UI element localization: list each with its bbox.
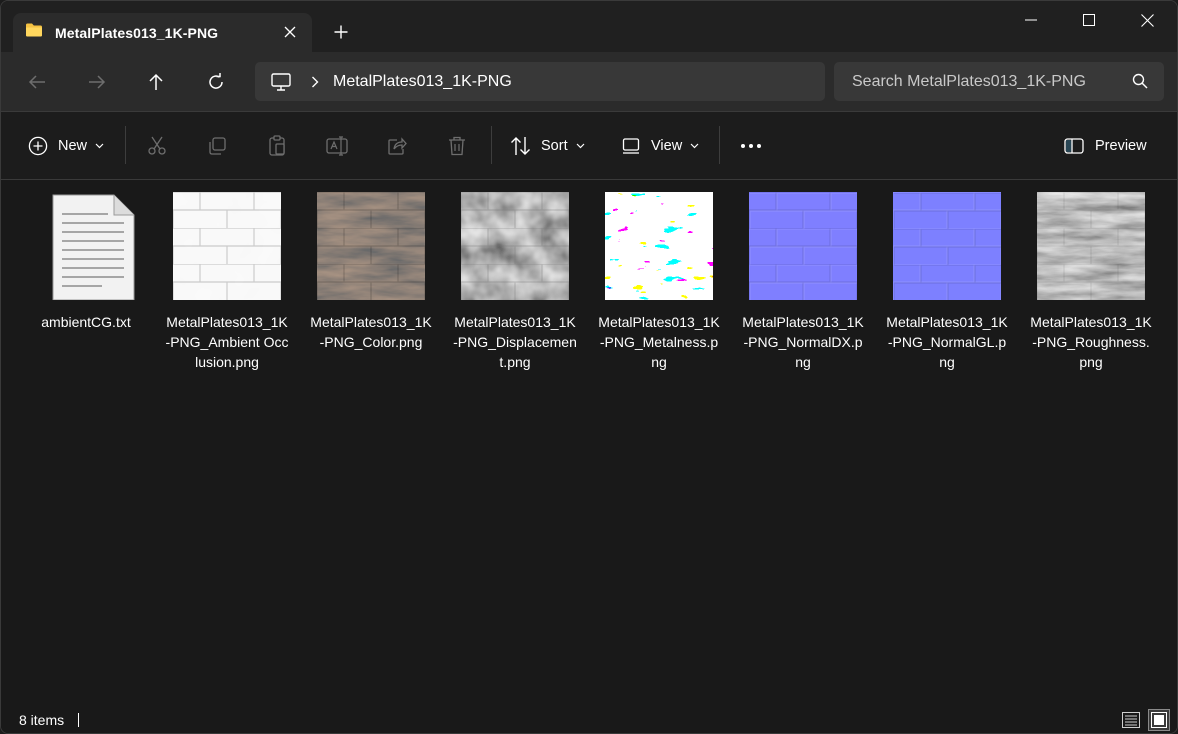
new-tab-plus-icon[interactable] xyxy=(329,20,353,44)
details-view-icon[interactable] xyxy=(1120,709,1142,731)
delete-trash-icon[interactable] xyxy=(443,132,471,160)
file-name: MetalPlates013_1K-PNG_NormalDX.png xyxy=(742,314,864,370)
toolbar-separator xyxy=(491,126,492,164)
share-icon[interactable] xyxy=(383,132,411,160)
normal-gl-thumbnail xyxy=(893,192,1002,301)
toolbar-separator xyxy=(125,126,126,164)
file-name: MetalPlates013_1K-PNG_NormalGL.png xyxy=(886,314,1008,370)
status-divider xyxy=(78,713,79,727)
view-button-label: View xyxy=(651,138,683,154)
file-item[interactable]: MetalPlates013_1K-PNG_NormalGL.png xyxy=(884,192,1010,372)
preview-button-label: Preview xyxy=(1095,138,1147,154)
view-button[interactable]: View xyxy=(622,132,699,160)
new-button[interactable]: New xyxy=(28,132,104,160)
file-name: MetalPlates013_1K-PNG_Ambient Occlusion.… xyxy=(165,314,289,370)
chevron-down-icon xyxy=(576,143,585,149)
this-pc-icon[interactable] xyxy=(271,72,291,91)
forward-arrow-icon[interactable] xyxy=(81,66,113,98)
file-grid: ambientCG.txt MetalPlates013_1K-PNG_Ambi… xyxy=(1,180,1177,704)
displacement-thumbnail xyxy=(461,192,569,300)
command-bar: New Sort View Preview xyxy=(1,112,1177,179)
back-arrow-icon[interactable] xyxy=(21,66,53,98)
breadcrumb-chevron-icon[interactable] xyxy=(311,76,319,88)
toolbar-separator xyxy=(719,126,720,164)
plus-circle-icon xyxy=(28,136,48,156)
file-item[interactable]: MetalPlates013_1K-PNG_Metalness.png xyxy=(596,192,722,372)
file-name: MetalPlates013_1K-PNG_Color.png xyxy=(310,314,432,350)
maximize-icon[interactable] xyxy=(1060,1,1118,39)
file-item[interactable]: MetalPlates013_1K-PNG_Roughness.png xyxy=(1028,192,1154,372)
file-explorer-window: MetalPlates013_1K-PNG MetalPlates013_1K-… xyxy=(0,0,1178,734)
preview-pane-button[interactable]: Preview xyxy=(1064,132,1147,160)
color-thumbnail xyxy=(317,192,425,300)
sort-button[interactable]: Sort xyxy=(510,132,585,160)
tab-title: MetalPlates013_1K-PNG xyxy=(55,24,219,41)
preview-pane-icon xyxy=(1064,138,1084,154)
file-name: MetalPlates013_1K-PNG_Roughness.png xyxy=(1030,314,1152,370)
status-bar: 8 items xyxy=(1,704,1177,733)
search-icon[interactable] xyxy=(1132,73,1148,94)
rename-icon[interactable] xyxy=(323,132,351,160)
file-item[interactable]: MetalPlates013_1K-PNG_Ambient Occlusion.… xyxy=(164,192,290,372)
file-name: MetalPlates013_1K-PNG_Displacement.png xyxy=(453,314,577,370)
copy-icon[interactable] xyxy=(203,132,231,160)
title-bar: MetalPlates013_1K-PNG xyxy=(1,1,1177,52)
up-arrow-icon[interactable] xyxy=(140,66,172,98)
sort-button-label: Sort xyxy=(541,138,568,154)
chevron-down-icon xyxy=(95,143,104,149)
tab-current-folder[interactable]: MetalPlates013_1K-PNG xyxy=(13,13,312,52)
minimize-icon[interactable] xyxy=(1002,1,1060,39)
ambient-occlusion-thumbnail xyxy=(173,192,281,300)
refresh-icon[interactable] xyxy=(200,66,232,98)
address-bar[interactable]: MetalPlates013_1K-PNG xyxy=(255,62,825,101)
large-icons-view-icon[interactable] xyxy=(1148,709,1170,731)
more-options-icon[interactable] xyxy=(737,132,765,160)
roughness-thumbnail xyxy=(1037,192,1145,300)
new-button-label: New xyxy=(58,138,88,154)
search-input[interactable]: Search MetalPlates013_1K-PNG xyxy=(852,73,1086,91)
file-name: ambientCG.txt xyxy=(41,314,131,330)
close-tab-icon[interactable] xyxy=(280,22,300,42)
sort-arrows-icon xyxy=(510,136,532,156)
item-count: 8 items xyxy=(19,712,65,728)
file-item[interactable]: MetalPlates013_1K-PNG_NormalDX.png xyxy=(740,192,866,372)
file-item[interactable]: ambientCG.txt xyxy=(23,192,149,332)
navigation-bar: MetalPlates013_1K-PNG Search MetalPlates… xyxy=(1,52,1177,111)
search-box[interactable]: Search MetalPlates013_1K-PNG xyxy=(834,62,1164,101)
normal-dx-thumbnail xyxy=(749,192,858,301)
file-item[interactable]: MetalPlates013_1K-PNG_Displacement.png xyxy=(452,192,578,372)
breadcrumb-current-folder[interactable]: MetalPlates013_1K-PNG xyxy=(333,73,512,91)
file-item[interactable]: MetalPlates013_1K-PNG_Color.png xyxy=(308,192,434,352)
file-name: MetalPlates013_1K-PNG_Metalness.png xyxy=(598,314,720,370)
text-file-icon xyxy=(32,192,140,301)
chevron-down-icon xyxy=(690,143,699,149)
paste-icon[interactable] xyxy=(263,132,291,160)
close-window-icon[interactable] xyxy=(1118,1,1176,39)
cut-icon[interactable] xyxy=(143,132,171,160)
folder-icon xyxy=(25,22,43,43)
metalness-thumbnail xyxy=(605,192,713,300)
view-layout-icon xyxy=(622,138,640,154)
